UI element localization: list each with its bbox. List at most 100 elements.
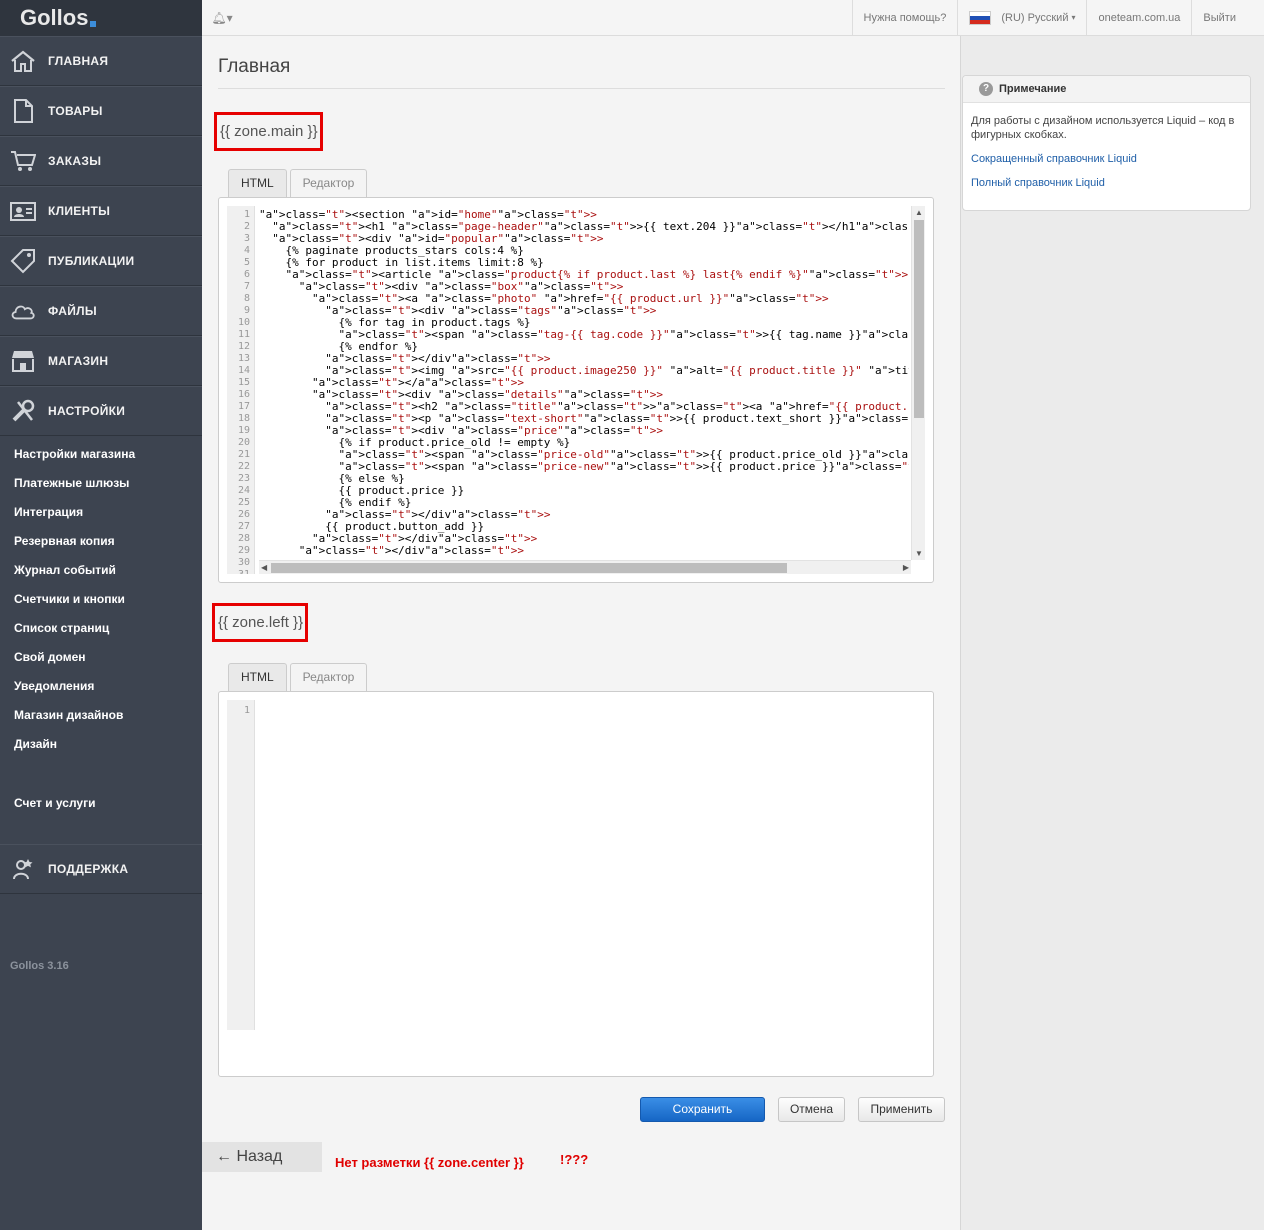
- line-number: 26: [237, 509, 250, 520]
- save-button[interactable]: Сохранить: [640, 1097, 765, 1122]
- line-number: 14: [237, 365, 250, 376]
- tag-icon: [10, 248, 36, 274]
- line-number: 9: [243, 305, 250, 316]
- question-icon: ?: [979, 82, 993, 96]
- line-number: 1: [243, 209, 250, 220]
- scroll-right-icon[interactable]: ▶: [903, 563, 909, 572]
- sidebar-item-label: НАСТРОЙКИ: [48, 404, 126, 418]
- scroll-thumb[interactable]: [271, 563, 787, 573]
- settings-submenu-item[interactable]: Платежные шлюзы: [0, 469, 202, 498]
- sidebar-item-store[interactable]: МАГАЗИН: [0, 336, 202, 386]
- settings-submenu-item[interactable]: Резервная копия: [0, 527, 202, 556]
- main-content: Главная {{ zone.main }} HTML Редактор 12…: [202, 36, 961, 1230]
- tab-editor[interactable]: Редактор: [289, 663, 368, 691]
- settings-submenu-item[interactable]: Настройки магазина: [0, 440, 202, 469]
- back-button[interactable]: ← Назад: [202, 1142, 322, 1172]
- support-icon: [10, 856, 36, 882]
- language-select[interactable]: (RU) Русский ▾: [957, 0, 1086, 35]
- notifications-button[interactable]: 🔔︎▾: [202, 0, 242, 35]
- tab-html[interactable]: HTML: [228, 169, 287, 197]
- line-number: 8: [243, 293, 250, 304]
- note-panel: ? Примечание Для работы с дизайном испол…: [962, 75, 1251, 211]
- scroll-left-icon[interactable]: ◀: [261, 563, 267, 572]
- line-numbers: 1 2 3 4 5 6 7 8 9 10 11 12 13 14 15 16 17 18 19 20 21 22 23 24 2…: [227, 206, 255, 574]
- zone-main-label: {{ zone.main }}: [214, 112, 323, 151]
- document-icon: [10, 98, 36, 124]
- line-number: 1: [243, 705, 250, 716]
- zone-left-editor-box: 1: [218, 691, 934, 1077]
- sidebar-item-support[interactable]: ПОДДЕРЖКА: [0, 844, 202, 894]
- code-line: "a">class="t"></div"a">class="t">>: [298, 544, 524, 557]
- sidebar-item-contacts[interactable]: КЛИЕНТЫ: [0, 186, 202, 236]
- sidebar-item-label: ГЛАВНАЯ: [48, 54, 109, 68]
- settings-submenu-item[interactable]: Журнал событий: [0, 556, 202, 585]
- zone-main-tabs: HTML Редактор: [228, 169, 370, 197]
- sidebar-item-cloud[interactable]: ФАЙЛЫ: [0, 286, 202, 336]
- line-number: 11: [237, 329, 250, 340]
- note-header: ? Примечание: [963, 76, 1250, 103]
- sidebar-item-wrench[interactable]: НАСТРОЙКИ: [0, 386, 202, 436]
- note-body: Для работы с дизайном используется Liqui…: [963, 103, 1250, 190]
- sidebar-item-label: МАГАЗИН: [48, 354, 109, 368]
- logout-link[interactable]: Выйти: [1191, 0, 1264, 35]
- line-number: 28: [237, 533, 250, 544]
- scroll-up-icon[interactable]: ▲: [915, 208, 923, 217]
- zone-left-tabs: HTML Редактор: [228, 663, 370, 691]
- code-area[interactable]: "a">class="t"><section "a">id="home""a">…: [259, 206, 909, 558]
- note-title: Примечание: [999, 83, 1067, 95]
- settings-submenu-item[interactable]: Интеграция: [0, 498, 202, 527]
- scroll-down-icon[interactable]: ▼: [915, 549, 923, 558]
- code-editor[interactable]: 1 2 3 4 5 6 7 8 9 10 11 12 13 14 15 16 17 18 19 20 21 22 23 24 2…: [227, 206, 925, 574]
- settings-submenu-item[interactable]: Уведомления: [0, 672, 202, 701]
- line-number: 7: [243, 281, 250, 292]
- sidebar-item-cart[interactable]: ЗАКАЗЫ: [0, 136, 202, 186]
- sidebar-item-home[interactable]: ГЛАВНАЯ: [0, 36, 202, 86]
- line-number: 15: [237, 377, 250, 388]
- domain-link[interactable]: oneteam.com.ua: [1086, 0, 1191, 35]
- settings-submenu: Настройки магазина Платежные шлюзы Интегра…: [0, 436, 202, 759]
- sidebar-item-billing[interactable]: Счет и услуги: [0, 789, 202, 818]
- scroll-thumb[interactable]: [914, 220, 924, 418]
- line-number: 4: [243, 245, 250, 256]
- zone-left-label: {{ zone.left }}: [212, 603, 309, 642]
- settings-submenu-item[interactable]: Магазин дизайнов: [0, 701, 202, 730]
- logo[interactable]: Gollos: [0, 0, 202, 36]
- contacts-icon: [10, 198, 36, 224]
- line-number: 18: [237, 413, 250, 424]
- sidebar-item-tag[interactable]: ПУБЛИКАЦИИ: [0, 236, 202, 286]
- horizontal-scrollbar[interactable]: ◀ ▶: [259, 560, 911, 574]
- cloud-icon: [10, 298, 36, 324]
- topbar: 🔔︎▾ Нужна помощь? (RU) Русский ▾ oneteam…: [202, 0, 1264, 36]
- cancel-button[interactable]: Отмена: [778, 1097, 845, 1122]
- logo-dot: [90, 21, 97, 27]
- settings-submenu-item[interactable]: Список страниц: [0, 614, 202, 643]
- apply-button[interactable]: Применить: [858, 1097, 945, 1122]
- home-icon: [10, 48, 36, 74]
- tab-html[interactable]: HTML: [228, 663, 287, 691]
- code-editor[interactable]: 1: [227, 700, 925, 1030]
- russia-flag-icon: [969, 10, 992, 25]
- help-link[interactable]: Нужна помощь?: [851, 0, 958, 35]
- liquid-full-reference-link[interactable]: Полный справочник Liquid: [971, 176, 1242, 190]
- note-text: Для работы с дизайном используется Liqui…: [971, 115, 1235, 141]
- line-number: 23: [237, 473, 250, 484]
- vertical-scrollbar[interactable]: ▲ ▼: [911, 206, 925, 560]
- line-number: 31: [227, 569, 254, 574]
- line-number: 30: [237, 557, 250, 568]
- liquid-short-reference-link[interactable]: Сокращенный справочник Liquid: [971, 152, 1242, 166]
- settings-submenu-item[interactable]: Счетчики и кнопки: [0, 585, 202, 614]
- line-number: 27: [237, 521, 250, 532]
- line-number: 3: [243, 233, 250, 244]
- chevron-down-icon: ▾: [1071, 13, 1076, 22]
- line-number: 22: [237, 461, 250, 472]
- settings-submenu-item[interactable]: Свой домен: [0, 643, 202, 672]
- zone-main-editor-box: 1 2 3 4 5 6 7 8 9 10 11 12 13 14 15 16 17 18 19 20 21 22 23 24 2…: [218, 197, 934, 583]
- sidebar-item-label: ЗАКАЗЫ: [48, 154, 102, 168]
- sidebar-item-document[interactable]: ТОВАРЫ: [0, 86, 202, 136]
- line-number: 29: [237, 545, 250, 556]
- settings-submenu-item[interactable]: Дизайн: [0, 730, 202, 759]
- wrench-icon: [10, 398, 36, 424]
- tab-editor[interactable]: Редактор: [289, 169, 368, 197]
- line-number: 16: [237, 389, 250, 400]
- line-number: 10: [237, 317, 250, 328]
